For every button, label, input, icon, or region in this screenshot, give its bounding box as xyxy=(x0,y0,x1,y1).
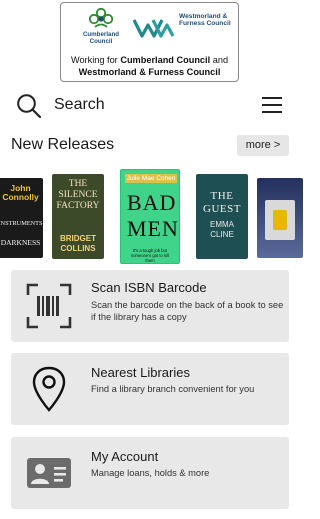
book-cover-partial[interactable] xyxy=(257,178,303,258)
book-cover-art-figure xyxy=(273,210,287,230)
card-title: Nearest Libraries xyxy=(91,365,190,380)
map-pin-icon xyxy=(32,366,66,412)
westmorland-logo-text: Westmorland & Furness Council xyxy=(179,13,231,28)
working-for-text: Working for Cumberland Council and Westm… xyxy=(61,54,238,78)
westmorland-furness-logo: Westmorland & Furness Council xyxy=(133,13,233,43)
working-council-1: Cumberland Council xyxy=(120,55,211,65)
book-author: John Connolly xyxy=(2,183,39,202)
book-cover-bad-men[interactable]: Julie Mae Cohen BAD MEN It's a tough job… xyxy=(120,169,180,264)
more-button[interactable]: more > xyxy=(237,135,289,156)
book-author-line2: COLLINS xyxy=(60,244,96,253)
book-title: BAD MEN xyxy=(127,190,179,241)
search-bar[interactable]: Search xyxy=(0,90,300,122)
book-author-line1: BRIDGET xyxy=(60,234,96,243)
book-author-line2: CLINE xyxy=(210,230,234,239)
book-cover-the-guest[interactable]: THE GUEST EMMA CLINE xyxy=(196,174,248,259)
book-cover-instruments-of-darkness[interactable]: John Connolly INSTRUMENTS DARKNESS xyxy=(0,178,43,258)
working-council-2: Westmorland & Furness Council xyxy=(78,67,221,77)
book-title: THE GUEST xyxy=(203,190,241,215)
search-icon[interactable] xyxy=(16,93,42,119)
card-title: My Account xyxy=(91,449,159,464)
cumberland-flower-icon xyxy=(89,8,113,28)
hamburger-menu-icon[interactable] xyxy=(261,95,283,115)
card-description: Scan the barcode on the back of a book t… xyxy=(91,300,284,322)
working-and: and xyxy=(212,55,229,65)
book-tagline: It's a tough job but someone's got to ki… xyxy=(131,248,169,263)
working-prefix: Working for xyxy=(70,55,118,65)
new-releases-title: New Releases xyxy=(11,136,115,153)
search-label[interactable]: Search xyxy=(54,96,105,114)
westmorland-wave-icon xyxy=(133,19,175,38)
book-author-line1: EMMA xyxy=(210,220,234,229)
book-title: THE SILENCE FACTORY xyxy=(56,179,100,211)
book-author: Julie Mae Cohen xyxy=(125,174,177,183)
scan-isbn-card[interactable]: Scan ISBN Barcode Scan the barcode on th… xyxy=(11,270,289,342)
book-cover-silence-factory[interactable]: THE SILENCE FACTORY BRIDGET COLLINS xyxy=(52,174,104,259)
nearest-libraries-card[interactable]: Nearest Libraries Find a library branch … xyxy=(11,353,289,425)
card-description: Find a library branch convenient for you xyxy=(91,384,255,394)
council-logo-banner: Cumberland Council Westmorland & Furness… xyxy=(60,2,239,82)
book-title: INSTRUMENTS xyxy=(0,220,43,227)
cumberland-logo-text: Cumberland Council xyxy=(82,31,120,45)
book-subtitle: DARKNESS xyxy=(0,238,41,247)
id-card-icon xyxy=(27,458,71,488)
card-description: Manage loans, holds & more xyxy=(91,468,210,478)
cumberland-logo: Cumberland Council xyxy=(79,8,123,50)
barcode-scan-icon xyxy=(26,283,72,329)
card-title: Scan ISBN Barcode xyxy=(91,280,207,295)
my-account-card[interactable]: My Account Manage loans, holds & more xyxy=(11,437,289,509)
